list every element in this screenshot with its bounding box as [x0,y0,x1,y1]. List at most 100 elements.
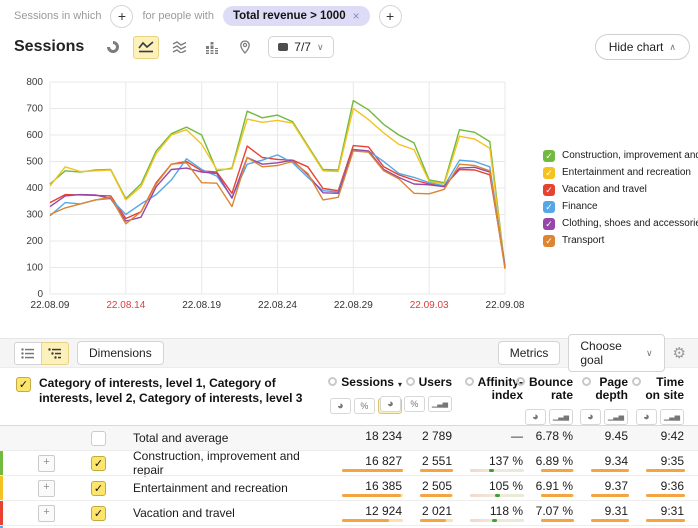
pie-toggle-button[interactable]: ◕ [380,396,401,412]
percent-toggle-button[interactable]: % [404,396,425,412]
segment-chip-total-revenue[interactable]: Total revenue > 1000 × [223,6,370,26]
metrics-button[interactable]: Metrics [498,341,561,365]
column-header-text: Users [419,376,452,389]
column-chart-type-button[interactable] [199,36,225,59]
table-row[interactable]: +✓Entertainment and recreation16 3852 50… [0,475,698,500]
flat-list-view-button[interactable] [14,342,42,365]
remove-segment-icon[interactable]: × [353,9,360,23]
pie-icon [106,40,120,54]
metric-cell: 9.31 [577,501,632,525]
dimensions-button-label: Dimensions [89,346,152,360]
map-chart-type-button[interactable] [232,36,258,59]
add-people-condition-button[interactable]: + [379,5,402,28]
column-header-users[interactable]: Users◕%▁▃▅ [406,368,456,425]
row-checkbox[interactable]: ✓ [91,506,106,521]
check-icon: ✓ [94,457,103,470]
column-header-label[interactable]: Affinity-index [465,376,523,402]
legend-item[interactable]: ✓Transport [543,232,695,249]
pie-icon: ◕ [337,401,344,411]
table-body: +Total and average18 2342 789—6.78 %9.45… [0,426,698,525]
pie-chart-type-button[interactable] [100,36,126,59]
table-row[interactable]: +✓Vacation and travel12 9242 021118 %7.0… [0,500,698,525]
metric-cell: 137 % [456,451,527,475]
column-header-label[interactable]: Bouncerate [516,376,573,402]
legend-item[interactable]: ✓Construction, improvement and repair [543,147,695,164]
check-icon: ✓ [19,378,28,391]
metric-value: 9:36 [661,479,684,493]
dimensions-button[interactable]: Dimensions [77,341,164,365]
metric-share-bar [342,494,403,497]
metric-circle-icon [465,377,474,386]
metric-share-bar [541,519,574,522]
affinity-marker [492,519,497,522]
pie-icon: ◕ [643,412,650,422]
chart-title: Sessions [14,38,84,56]
legend-item[interactable]: ✓ Clothing, shoes and accessories [543,215,695,232]
table-row[interactable]: +Total and average18 2342 789—6.78 %9.45… [0,426,698,450]
column-header-label[interactable]: Users [406,376,452,389]
table-row[interactable]: +✓Construction, improvement and repair16… [0,450,698,475]
legend-item[interactable]: ✓Vacation and travel [543,181,695,198]
legend-checkbox[interactable]: ✓ [543,235,555,247]
legend-item[interactable]: ✓Finance [543,198,695,215]
metric-share-fill [591,469,629,472]
svg-text:500: 500 [26,157,43,168]
pie-toggle-button[interactable]: ◕ [330,398,351,414]
stacked-area-type-button[interactable] [166,36,192,59]
row-checkbox[interactable] [91,431,106,446]
legend-item-label: Clothing, shoes and accessories [562,218,698,229]
pie-toggle-button[interactable]: ◕ [525,409,546,425]
for-people-with-label: for people with [142,10,214,22]
table-settings-gear-icon[interactable]: ⚙ [673,346,686,361]
check-icon: ✓ [94,507,103,520]
pie-toggle-button[interactable]: ◕ [636,409,657,425]
column-header-label[interactable]: Pagedepth [582,376,628,402]
metric-value: 6.78 % [536,429,573,443]
metric-share-fill [541,519,574,522]
legend-checkbox[interactable]: ✓ [543,150,555,162]
annotations-dropdown[interactable]: 7/7 ∨ [268,36,333,58]
metric-cell: 9.45 [577,426,632,450]
pie-toggle-button[interactable]: ◕ [580,409,601,425]
row-checkbox[interactable]: ✓ [91,481,106,496]
legend-checkbox[interactable]: ✓ [543,201,555,213]
metric-share-bar [541,469,574,472]
bar-toggle-button[interactable]: ▁▃▅ [428,396,452,412]
hide-chart-button[interactable]: Hide chart ∧ [595,34,690,60]
metric-share-bar [420,494,453,497]
dimension-checkbox[interactable]: ✓ [16,377,31,392]
percent-toggle-button[interactable]: % [354,398,375,414]
column-header-label[interactable]: Sessions▾ [328,376,402,391]
table-view-switcher [14,342,69,365]
row-checkbox[interactable]: ✓ [91,456,106,471]
metric-cell: 9:42 [632,426,688,450]
sessions-chart: 010020030040050060070080022.08.0922.08.1… [0,62,540,322]
row-label: Total and average [133,431,228,445]
metric-cell: 16 827 [328,451,406,475]
metric-share-fill [342,494,401,497]
expand-row-button[interactable]: + [38,455,55,472]
choose-goal-dropdown[interactable]: Choose goal ∨ [568,334,664,372]
tree-view-button[interactable] [41,342,69,365]
metric-share-fill [646,519,685,522]
column-header-label[interactable]: Timeon site [632,376,684,402]
svg-text:800: 800 [26,77,43,88]
metric-share-bar [420,469,453,472]
metric-share-fill [646,494,685,497]
expand-row-button[interactable]: + [38,480,55,497]
legend-checkbox[interactable]: ✓ [543,218,555,230]
bar-toggle-button[interactable]: ▁▃▅ [660,409,684,425]
metric-value: 9.34 [605,454,628,468]
legend-checkbox[interactable]: ✓ [543,184,555,196]
metric-cell: 6.89 % [527,451,577,475]
legend-checkbox[interactable]: ✓ [543,167,555,179]
bar-toggle-button[interactable]: ▁▃▅ [549,409,573,425]
bar-toggle-button[interactable]: ▁▃▅ [604,409,628,425]
column-header-timeonsite[interactable]: Timeon site ◕ ▁▃▅ [632,368,688,425]
line-chart-type-button[interactable] [133,36,159,59]
column-header-bouncerate[interactable]: Bouncerate◕▁▃▅ [527,368,577,425]
expand-row-button[interactable]: + [38,505,55,522]
add-session-condition-button[interactable]: + [110,5,133,28]
legend-item[interactable]: ✓Entertainment and recreation [543,164,695,181]
column-header-pagedepth[interactable]: Pagedepth ◕▁▃▅ [577,368,632,425]
